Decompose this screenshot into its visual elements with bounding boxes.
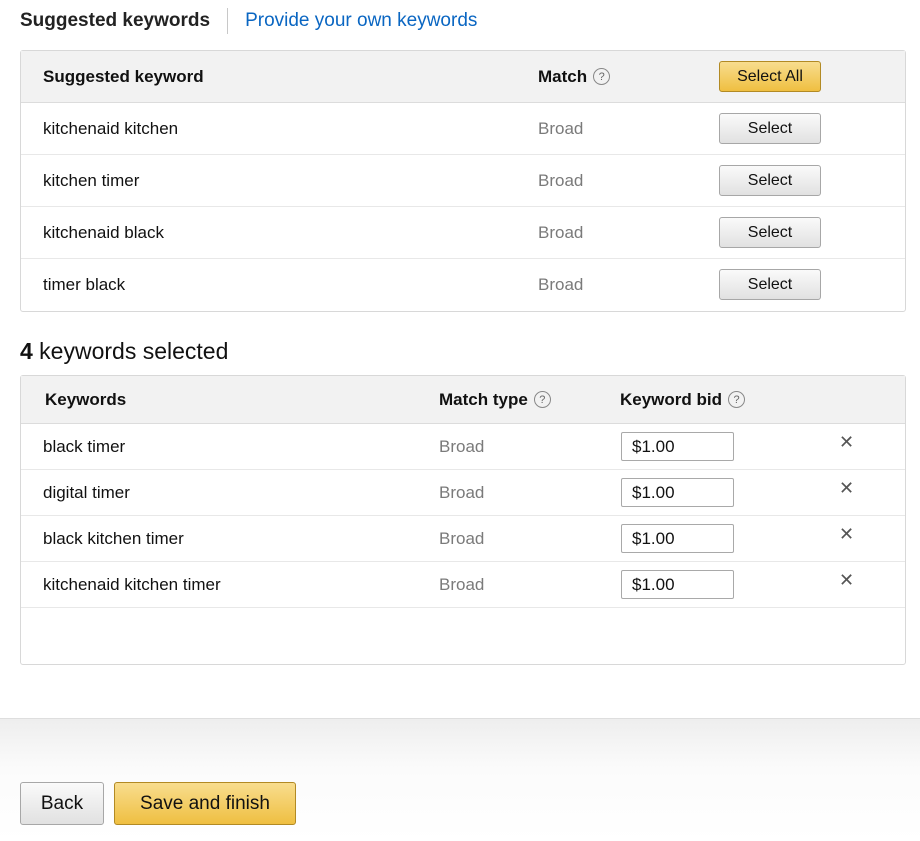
selected-table-header: Keywords Match type ? Keyword bid ? — [21, 376, 905, 424]
keyword-tabs: Suggested keywords Provide your own keyw… — [20, 0, 477, 42]
match-type-text: Broad — [538, 170, 584, 190]
select-cell: Select — [719, 207, 821, 258]
match-type-text: Broad — [538, 274, 584, 294]
select-keyword-button[interactable]: Select — [719, 269, 821, 300]
select-cell: Select — [719, 155, 821, 206]
select-cell: Select — [719, 259, 821, 310]
select-keyword-button[interactable]: Select — [719, 113, 821, 144]
bid-cell — [621, 470, 734, 515]
tab-suggested-keywords[interactable]: Suggested keywords — [20, 10, 210, 32]
suggested-keywords-table: Suggested keyword Match ? Select All kit… — [20, 50, 906, 312]
question-circle-icon[interactable]: ? — [593, 68, 611, 85]
suggested-keyword-text: kitchenaid black — [43, 222, 164, 242]
close-icon[interactable]: ✕ — [839, 512, 854, 557]
footer-bar: Back Save and finish — [0, 718, 920, 841]
keyword-bid-input[interactable] — [621, 570, 734, 599]
table-row: kitchenaid kitchen Broad Select — [21, 103, 905, 155]
select-keyword-button[interactable]: Select — [719, 217, 821, 248]
col-header-match: Match ? — [538, 51, 611, 102]
tab-divider — [227, 8, 229, 34]
selected-keyword-text: digital timer — [43, 482, 130, 502]
keyword-bid-input[interactable] — [621, 478, 734, 507]
col-header-match-label: Match — [538, 66, 588, 86]
match-type-text: Broad — [439, 528, 485, 548]
save-and-finish-button[interactable]: Save and finish — [114, 782, 296, 825]
col-header-match-type-label: Match type — [439, 389, 528, 409]
select-all-cell: Select All — [719, 51, 821, 102]
table-row: timer black Broad Select — [21, 259, 905, 310]
suggested-keyword-text: kitchenaid kitchen — [43, 118, 179, 138]
col-header-match-type: Match type ? — [439, 376, 551, 423]
col-header-keyword-bid-label: Keyword bid — [620, 389, 723, 409]
table-row: kitchen timer Broad Select — [21, 155, 905, 207]
close-icon[interactable]: ✕ — [839, 558, 854, 603]
keyword-bid-input[interactable] — [621, 524, 734, 553]
select-cell: Select — [719, 103, 821, 154]
question-circle-icon[interactable]: ? — [728, 391, 746, 408]
selected-keyword-text: black kitchen timer — [43, 528, 184, 548]
table-row: black timer Broad ✕ — [21, 424, 905, 470]
suggested-keyword-text: kitchen timer — [43, 170, 140, 190]
bid-cell — [621, 424, 734, 469]
back-button[interactable]: Back — [20, 782, 104, 825]
table-row: digital timer Broad ✕ — [21, 470, 905, 516]
selected-keyword-text: black timer — [43, 436, 126, 456]
keywords-selected-heading: 4 keywords selected — [20, 338, 228, 365]
close-icon[interactable]: ✕ — [839, 466, 854, 511]
match-type-text: Broad — [439, 436, 485, 456]
select-all-button[interactable]: Select All — [719, 61, 821, 92]
suggested-keyword-text: timer black — [43, 274, 126, 294]
tab-provide-own-keywords[interactable]: Provide your own keywords — [245, 10, 477, 32]
col-header-keyword-bid: Keyword bid ? — [620, 376, 746, 423]
suggested-table-header: Suggested keyword Match ? Select All — [21, 51, 905, 103]
match-type-text: Broad — [439, 482, 485, 502]
match-type-text: Broad — [538, 222, 584, 242]
close-icon[interactable]: ✕ — [839, 420, 854, 465]
match-type-text: Broad — [439, 574, 485, 594]
table-row: kitchenaid kitchen timer Broad ✕ — [21, 562, 905, 608]
keywords-selected-count: 4 — [20, 338, 33, 364]
table-row: kitchenaid black Broad Select — [21, 207, 905, 259]
bid-cell — [621, 562, 734, 607]
table-row: black kitchen timer Broad ✕ — [21, 516, 905, 562]
question-circle-icon[interactable]: ? — [533, 391, 551, 408]
keyword-bid-input[interactable] — [621, 432, 734, 461]
select-keyword-button[interactable]: Select — [719, 165, 821, 196]
col-header-keywords: Keywords — [45, 389, 127, 409]
match-type-text: Broad — [538, 118, 584, 138]
selected-keyword-text: kitchenaid kitchen timer — [43, 574, 221, 594]
col-header-suggested-keyword: Suggested keyword — [43, 66, 204, 86]
bid-cell — [621, 516, 734, 561]
selected-keywords-table: Keywords Match type ? Keyword bid ? blac… — [20, 375, 906, 665]
keywords-selected-label: keywords selected — [32, 338, 229, 364]
